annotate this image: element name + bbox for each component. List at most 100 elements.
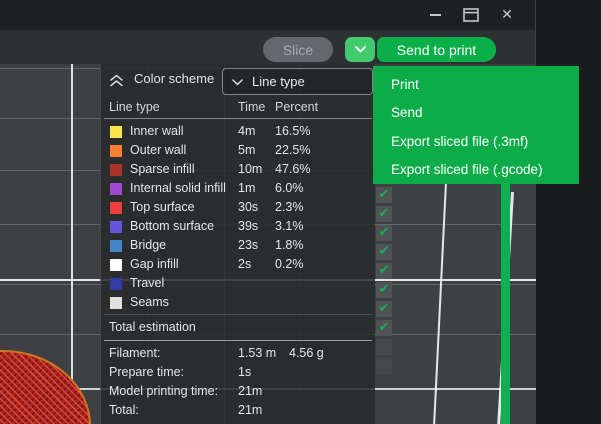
minimize-button[interactable] xyxy=(421,1,449,29)
visibility-checkbox-outer-wall[interactable]: ✔ xyxy=(376,206,392,222)
total-label: Prepare time: xyxy=(109,365,184,379)
visibility-checkbox-internal-solid-infill[interactable]: ✔ xyxy=(376,244,392,260)
color-scheme-panel: Color scheme Line type Line type Time Pe… xyxy=(100,64,375,424)
visibility-checkbox-gap-infill[interactable]: ✔ xyxy=(376,320,392,336)
chevron-down-icon xyxy=(355,46,366,53)
visibility-checkbox-bridge[interactable]: ✔ xyxy=(376,301,392,317)
line-type-label: Sparse infill xyxy=(130,162,195,176)
line-type-label: Internal solid infill xyxy=(130,181,226,195)
line-type-row-bridge: Bridge 23s 1.8% xyxy=(101,236,375,255)
total-value: 21m xyxy=(238,403,262,417)
panel-header: Color scheme Line type xyxy=(101,68,375,96)
line-type-row-sparse-infill: Sparse infill 10m 47.6% xyxy=(101,160,375,179)
total-row-filament: Filament: 1.53 m 4.56 g xyxy=(101,344,375,363)
line-type-percent: 22.5% xyxy=(275,143,310,157)
table-column-headers: Line type Time Percent xyxy=(101,100,375,116)
line-type-time: 23s xyxy=(238,238,258,252)
visibility-checkbox-top-surface[interactable]: ✔ xyxy=(376,263,392,279)
column-header-percent: Percent xyxy=(275,100,318,114)
close-button[interactable]: ✕ xyxy=(493,1,521,29)
line-type-row-internal-solid-infill: Internal solid infill 1m 6.0% xyxy=(101,179,375,198)
total-value: 1s xyxy=(238,365,251,379)
line-type-row-seams: Seams xyxy=(101,293,375,312)
slice-button[interactable]: Slice xyxy=(263,37,333,62)
total-label: Filament: xyxy=(109,346,160,360)
visibility-checkbox-travel[interactable] xyxy=(376,339,392,355)
line-type-row-gap-infill: Gap infill 2s 0.2% xyxy=(101,255,375,274)
line-type-time: 2s xyxy=(238,257,251,271)
color-scheme-select[interactable]: Line type xyxy=(222,68,373,95)
line-type-color-swatch xyxy=(110,297,122,309)
line-type-color-swatch xyxy=(110,240,122,252)
line-type-color-swatch xyxy=(110,221,122,233)
total-row-prepare-time: Prepare time: 1s xyxy=(101,363,375,382)
line-type-label: Gap infill xyxy=(130,257,179,271)
divider xyxy=(104,340,372,341)
column-header-time: Time xyxy=(238,100,265,114)
minimize-icon xyxy=(430,14,441,16)
line-type-color-swatch xyxy=(110,183,122,195)
line-type-label: Outer wall xyxy=(130,143,186,157)
line-type-label: Travel xyxy=(130,276,164,290)
checkbox-column: ✔ ✔ ✔ ✔ ✔ ✔ ✔ ✔ xyxy=(376,187,392,377)
total-value: 1.53 m xyxy=(238,346,276,360)
line-type-percent: 6.0% xyxy=(275,181,304,195)
chevron-down-icon xyxy=(232,79,243,86)
visibility-checkbox-inner-wall[interactable]: ✔ xyxy=(376,187,392,203)
sliced-model-preview xyxy=(0,350,91,424)
line-type-color-swatch xyxy=(110,278,122,290)
total-value: 21m xyxy=(238,384,262,398)
line-type-row-outer-wall: Outer wall 5m 22.5% xyxy=(101,141,375,160)
line-type-color-swatch xyxy=(110,259,122,271)
close-icon: ✕ xyxy=(501,7,513,23)
panel-title: Color scheme xyxy=(134,71,214,86)
visibility-checkbox-bottom-surface[interactable]: ✔ xyxy=(376,282,392,298)
slicer-app-window: ✕ Slice Send to print xyxy=(0,0,601,424)
line-type-percent: 0.2% xyxy=(275,257,304,271)
column-header-line-type: Line type xyxy=(109,100,160,114)
toolbar: Slice Send to print xyxy=(0,30,536,64)
divider xyxy=(104,314,372,315)
line-type-row-bottom-surface: Bottom surface39s3.1% xyxy=(101,217,375,236)
total-label: Total: xyxy=(109,403,139,417)
send-menu: PrintSendExport sliced file (.3mf)Export… xyxy=(373,66,579,184)
line-type-time: 5m xyxy=(238,143,255,157)
visibility-checkbox-sparse-infill[interactable]: ✔ xyxy=(376,225,392,241)
line-type-label: Seams xyxy=(130,295,169,309)
line-type-color-swatch xyxy=(110,164,122,176)
line-type-percent: 3.1% xyxy=(275,219,304,233)
line-type-color-swatch xyxy=(110,145,122,157)
maximize-button[interactable] xyxy=(457,1,485,29)
line-type-row-inner-wall: Inner wall 4m 16.5% xyxy=(101,122,375,141)
total-label: Model printing time: xyxy=(109,384,218,398)
line-type-label: Top surface xyxy=(130,200,195,214)
total-row-model-printing-time: Model printing time: 21m xyxy=(101,382,375,401)
line-type-label: Bridge xyxy=(130,238,166,252)
total-row-total: Total: 21m xyxy=(101,401,375,420)
maximize-icon xyxy=(463,8,479,22)
menu-item-send[interactable]: Send xyxy=(373,99,579,128)
menu-item-export-sliced-file-gcode[interactable]: Export sliced file (.gcode) xyxy=(373,156,579,185)
color-scheme-selected-value: Line type xyxy=(252,74,305,89)
menu-item-print[interactable]: Print xyxy=(373,70,579,99)
line-type-row-top-surface: Top surface30s2.3% xyxy=(101,198,375,217)
line-type-time: 10m xyxy=(238,162,262,176)
line-type-time: 30s xyxy=(238,200,258,214)
line-type-percent: 1.8% xyxy=(275,238,304,252)
line-type-color-swatch xyxy=(110,126,122,138)
send-options-dropdown-button[interactable] xyxy=(345,37,375,62)
menu-item-export-sliced-file-3mf[interactable]: Export sliced file (.3mf) xyxy=(373,127,579,156)
visibility-checkbox-seams[interactable] xyxy=(376,358,392,374)
line-type-row-travel: Travel xyxy=(101,274,375,293)
line-type-label: Inner wall xyxy=(130,124,184,138)
line-type-time: 1m xyxy=(238,181,255,195)
double-chevron-up-icon xyxy=(109,74,124,87)
line-type-percent: 16.5% xyxy=(275,124,310,138)
line-type-percent: 47.6% xyxy=(275,162,310,176)
total-estimation-title: Total estimation xyxy=(109,320,196,334)
total-extra-value: 4.56 g xyxy=(289,346,324,360)
line-type-time: 4m xyxy=(238,124,255,138)
collapse-panel-button[interactable] xyxy=(109,74,125,88)
divider xyxy=(104,118,372,119)
send-to-print-button[interactable]: Send to print xyxy=(377,37,496,62)
